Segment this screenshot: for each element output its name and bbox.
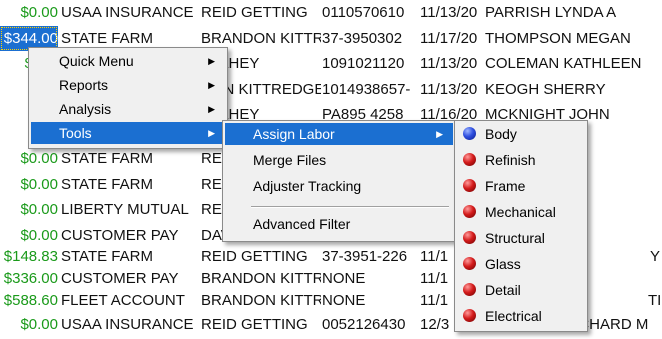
menu-item-label: Adjuster Tracking bbox=[253, 178, 362, 194]
menu-item-label: Analysis bbox=[59, 101, 112, 117]
insurer-cell: FLEET ACCOUNT bbox=[61, 292, 185, 309]
claim-cell: NONE bbox=[322, 292, 366, 309]
claim-cell: 0110570610 bbox=[322, 4, 405, 21]
amount-cell: $0.00 bbox=[20, 150, 58, 167]
menu-item-label: Merge Files bbox=[253, 152, 327, 168]
menu-item-label: Glass bbox=[485, 256, 521, 272]
adjuster-cell: REID GETTING bbox=[201, 4, 308, 21]
amount-cell: $0.00 bbox=[20, 175, 58, 193]
submenu-arrow-icon: ▶ bbox=[208, 128, 215, 138]
insurer-cell: USAA INSURANCE bbox=[61, 4, 194, 21]
menu-item-glass[interactable]: Glass bbox=[457, 253, 585, 275]
red-ball-icon bbox=[463, 153, 476, 166]
menu-item-electrical[interactable]: Electrical bbox=[457, 305, 585, 327]
submenu-arrow-icon: ▶ bbox=[208, 56, 215, 66]
date-cell: 11/13/20 bbox=[420, 4, 478, 21]
menu-item-structural[interactable]: Structural bbox=[457, 227, 585, 249]
menu-item-body[interactable]: Body bbox=[457, 123, 585, 145]
red-ball-icon bbox=[463, 309, 476, 322]
insurer-cell: STATE FARM bbox=[61, 175, 153, 193]
date-cell: 11/13/20 bbox=[420, 55, 478, 73]
context-menu: Quick Menu ▶ Reports ▶ Analysis ▶ Tools … bbox=[28, 47, 228, 149]
menu-item-tools[interactable]: Tools ▶ bbox=[31, 122, 225, 144]
menu-item-assign-labor[interactable]: Assign Labor ▶ bbox=[225, 123, 453, 145]
owner-cell: TI bbox=[648, 292, 662, 309]
menu-item-quick-menu[interactable]: Quick Menu ▶ bbox=[31, 50, 225, 72]
menu-item-label: Electrical bbox=[485, 308, 542, 324]
insurer-cell: STATE FARM bbox=[61, 150, 153, 167]
red-ball-icon bbox=[463, 257, 476, 270]
adjuster-cell: REID GETTING bbox=[201, 316, 308, 333]
estimate-list-window: $0.00 USAA INSURANCE REID GETTING 011057… bbox=[0, 0, 662, 339]
red-ball-icon bbox=[463, 231, 476, 244]
menu-item-frame[interactable]: Frame bbox=[457, 175, 585, 197]
submenu-arrow-icon: ▶ bbox=[436, 129, 443, 139]
owner-cell: KEOGH SHERRY bbox=[485, 80, 606, 98]
date-cell: 11/17/20 bbox=[420, 29, 478, 47]
amount-cell: $588.60 bbox=[3, 292, 58, 309]
menu-item-advanced-filter[interactable]: Advanced Filter bbox=[225, 213, 453, 235]
menu-item-adjuster-tracking[interactable]: Adjuster Tracking bbox=[225, 175, 453, 197]
tools-submenu: Assign Labor ▶ Merge Files Adjuster Trac… bbox=[222, 120, 456, 242]
labor-type-submenu: Body Refinish Frame Mechanical Structura… bbox=[454, 120, 588, 332]
menu-item-refinish[interactable]: Refinish bbox=[457, 149, 585, 171]
insurer-cell: USAA INSURANCE bbox=[61, 316, 194, 333]
claim-cell: 1014938657- bbox=[322, 80, 411, 98]
table-row[interactable]: $0.00 USAA INSURANCE REID GETTING 011057… bbox=[0, 0, 662, 26]
menu-item-label: Structural bbox=[485, 230, 545, 246]
amount-cell: $0.00 bbox=[20, 4, 58, 21]
amount-cell: $0.00 bbox=[20, 316, 58, 333]
menu-item-label: Refinish bbox=[485, 152, 536, 168]
insurer-cell: LIBERTY MUTUAL bbox=[61, 201, 189, 219]
menu-item-merge-files[interactable]: Merge Files bbox=[225, 149, 453, 171]
menu-item-label: Frame bbox=[485, 178, 526, 194]
menu-item-label: Body bbox=[485, 126, 517, 142]
amount-cell: $0.00 bbox=[20, 201, 58, 219]
adjuster-cell: BRANDON KITTREDGE bbox=[201, 292, 321, 309]
menu-item-label: Reports bbox=[59, 77, 109, 93]
menu-item-reports[interactable]: Reports ▶ bbox=[31, 74, 225, 96]
owner-cell: PARRISH LYNDA A bbox=[485, 4, 617, 21]
menu-item-label: Assign Labor bbox=[253, 126, 335, 142]
menu-item-label: Tools bbox=[59, 125, 92, 141]
red-ball-icon bbox=[463, 205, 476, 218]
blue-ball-icon bbox=[463, 127, 476, 140]
red-ball-icon bbox=[463, 283, 476, 296]
claim-cell: 37-3950302 bbox=[322, 29, 403, 47]
menu-item-mechanical[interactable]: Mechanical bbox=[457, 201, 585, 223]
submenu-arrow-icon: ▶ bbox=[208, 104, 215, 114]
owner-cell: THOMPSON MEGAN bbox=[485, 29, 631, 47]
menu-item-detail[interactable]: Detail bbox=[457, 279, 585, 301]
menu-item-label: Quick Menu bbox=[59, 53, 134, 69]
date-cell: 11/13/20 bbox=[420, 80, 478, 98]
submenu-arrow-icon: ▶ bbox=[208, 80, 215, 90]
menu-item-label: Mechanical bbox=[485, 204, 556, 220]
claim-cell: 0052126430 bbox=[322, 316, 406, 333]
owner-cell: COLEMAN KATHLEEN bbox=[485, 55, 642, 73]
claim-cell: 1091021120 bbox=[322, 55, 405, 73]
menu-item-label: Detail bbox=[485, 282, 521, 298]
menu-item-analysis[interactable]: Analysis ▶ bbox=[31, 98, 225, 120]
red-ball-icon bbox=[463, 179, 476, 192]
menu-separator bbox=[251, 206, 449, 208]
menu-item-label: Advanced Filter bbox=[253, 216, 351, 232]
